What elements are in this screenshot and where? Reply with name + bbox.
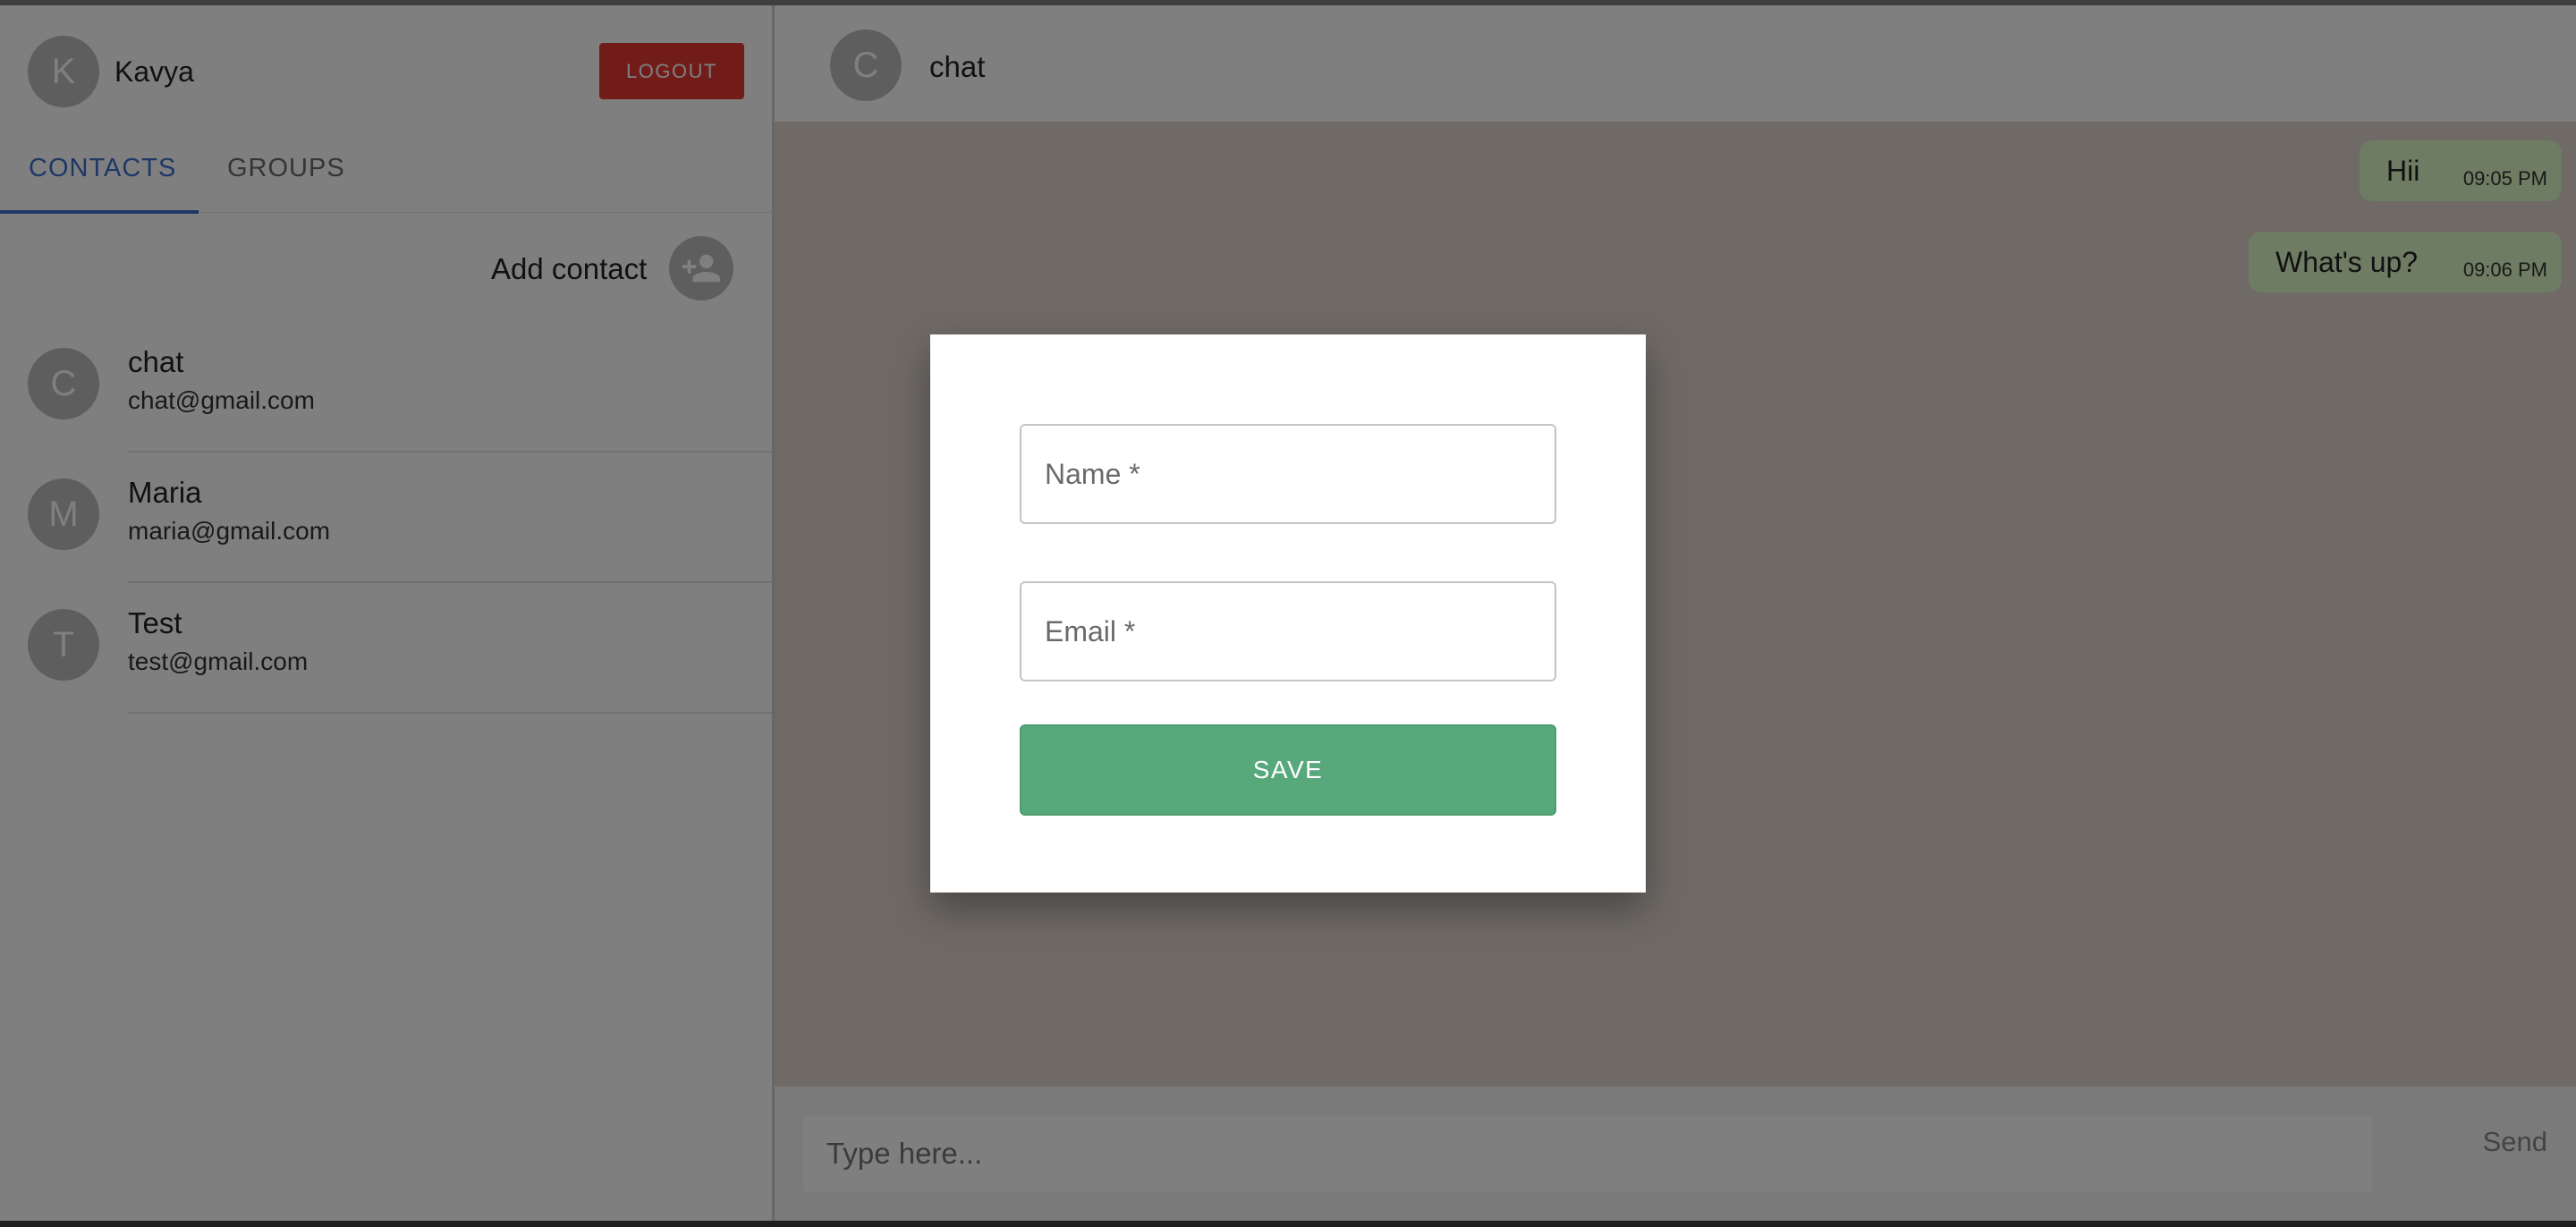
add-contact-dialog: SAVE <box>930 334 1646 893</box>
name-field[interactable] <box>1020 424 1556 524</box>
email-field[interactable] <box>1020 581 1556 681</box>
save-button[interactable]: SAVE <box>1020 724 1556 816</box>
window-bottom-edge <box>0 1221 2576 1227</box>
